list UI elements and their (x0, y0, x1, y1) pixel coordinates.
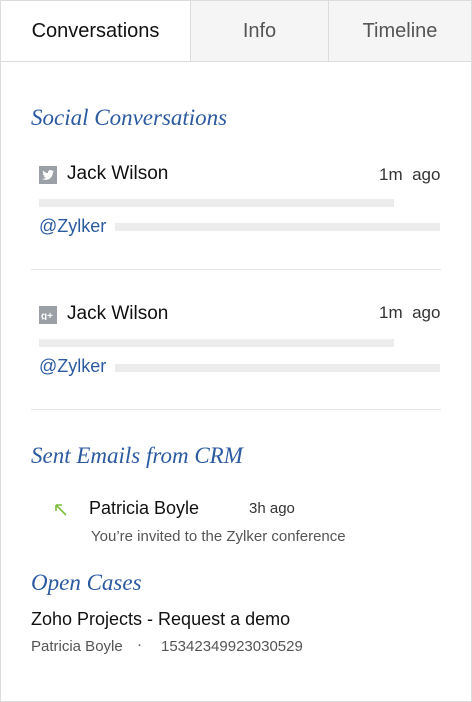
twitter-icon (39, 166, 57, 184)
email-subject[interactable]: You’re invited to the Zylker conference (91, 528, 346, 545)
case-owner: Patricia Boyle (31, 638, 123, 655)
tab-info[interactable]: Info (191, 1, 329, 61)
social-handle-link[interactable]: @Zylker (39, 356, 106, 377)
case-title[interactable]: Zoho Projects - Request a demo (31, 609, 290, 630)
google-plus-icon: g+ (39, 306, 57, 324)
open-cases-title: Open Cases (31, 570, 142, 595)
social-author-name[interactable]: Jack Wilson (67, 303, 168, 325)
message-placeholder-line (39, 199, 394, 207)
social-time: 1m ago (379, 165, 441, 184)
sent-arrow-icon (54, 503, 68, 522)
social-conversations-title: Social Conversations (31, 105, 228, 130)
message-placeholder-line (115, 223, 440, 231)
sent-emails-title: Sent Emails from CRM (31, 443, 243, 468)
divider (31, 269, 441, 270)
email-time: 3h ago (249, 500, 295, 517)
conversations-panel: Conversations Info Timeline Social Conve… (0, 0, 472, 702)
case-number: 15342349923030529 (161, 638, 303, 655)
social-time: 1m ago (379, 303, 441, 322)
email-recipient-name[interactable]: Patricia Boyle (89, 498, 199, 519)
social-author-name[interactable]: Jack Wilson (67, 163, 168, 185)
tab-bar: Conversations Info Timeline (1, 1, 471, 62)
case-separator: · (137, 636, 142, 653)
tab-conversations[interactable]: Conversations (1, 1, 191, 61)
tab-timeline[interactable]: Timeline (329, 1, 471, 61)
message-placeholder-line (39, 339, 394, 347)
social-handle-link[interactable]: @Zylker (39, 216, 106, 237)
svg-text:g+: g+ (41, 311, 53, 320)
message-placeholder-line (115, 364, 440, 372)
divider (31, 409, 441, 410)
